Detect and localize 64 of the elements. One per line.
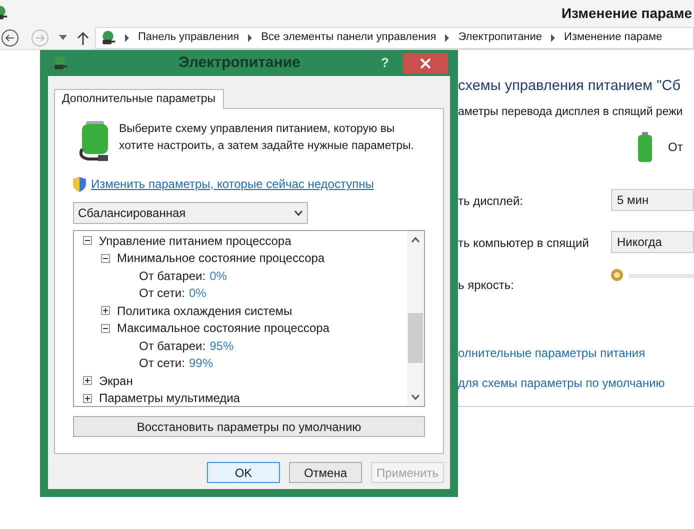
dialog-button: Применить [371,462,444,483]
caret-icon[interactable] [59,35,67,40]
column-header: От [668,139,683,156]
setting-label: ть компьютер в спящий [458,235,590,252]
settings-link[interactable]: для схемы параметры по умолчанию [458,374,694,392]
breadcrumb[interactable]: Электропитание [458,29,542,46]
tab[interactable]: Дополнительные параметры [54,89,224,109]
collapse-icon[interactable] [83,236,92,246]
tree-item[interactable]: Параметры мультимедиа [99,389,240,406]
intro-text: Выберите схему управления питанием, которую вы хотите настроить, а затем задайте нужные параметры. [119,122,415,154]
setting-label: ть дисплей: [458,193,524,210]
up-arrow-icon[interactable] [77,30,89,44]
chevron-down-icon [294,210,303,216]
back-icon[interactable] [1,28,19,46]
breadcrumb[interactable]: Изменение параме [564,29,662,46]
scrollbar[interactable] [407,231,424,406]
scroll-thumb[interactable] [408,313,423,363]
chevron-icon [124,34,130,42]
tree-value[interactable]: 0% [210,266,227,285]
tree-value[interactable]: 95% [210,336,234,355]
expand-icon[interactable] [101,306,110,316]
brightness-slider[interactable] [611,269,694,283]
collapse-icon[interactable] [101,254,110,263]
breadcrumb[interactable]: Панель управления [138,29,240,46]
expand-icon[interactable] [83,376,92,386]
power-plug-icon [52,55,68,71]
tree-item[interactable]: От батареи: [139,266,206,285]
slider-thumb[interactable] [611,269,623,281]
tree-item[interactable]: Минимальное состояние процессора [117,249,325,268]
dialog-button[interactable]: Отмена [289,462,362,483]
dialog-title: Электропитание [178,52,302,73]
power-plug-icon [100,30,116,46]
scroll-down-icon[interactable] [411,394,420,400]
setting-label: ь яркость: [458,277,515,294]
scroll-up-icon[interactable] [411,237,420,243]
tree-item[interactable]: От батареи: [139,336,206,355]
tree-item[interactable]: Политика охлаждения системы [117,302,292,320]
dropdown[interactable]: Никогда [611,231,694,253]
expand-icon[interactable] [83,394,92,403]
tree-item[interactable]: Максимальное состояние процессора [117,319,330,338]
chevron-icon [247,34,254,42]
dialog-button[interactable]: OK [207,462,280,483]
admin-link[interactable]: Изменить параметры, которые сейчас недоступны [91,175,374,193]
dropdown[interactable]: 5 мин [611,189,694,211]
plan-heading: схемы управления питанием "Сб [458,77,682,96]
tree-item[interactable]: Экран [99,372,133,390]
address-bar[interactable]: Панель управления Все элементы панели управления Электропитание Изменение параме [95,26,694,48]
chevron-icon [444,34,450,42]
tree-value[interactable]: 99% [188,354,214,372]
chevron-icon [550,34,556,42]
tree-item[interactable]: Управление питанием процессора [99,232,292,250]
plan-dropdown[interactable]: Сбалансированная [73,202,308,224]
shield-icon [73,176,86,192]
window-title: Изменение параме [561,4,692,23]
plan-subtitle: аметры перевода дисплея в спящий режи [458,104,684,120]
breadcrumb[interactable]: Все элементы панели управления [261,29,436,46]
settings-link[interactable]: олнительные параметры питания [458,344,694,362]
tree-item[interactable]: От сети: [139,284,185,302]
close-button[interactable] [403,52,448,74]
tree-value[interactable]: 0% [188,284,206,302]
restore-defaults-button[interactable]: Восстановить параметры по умолчанию [73,416,425,437]
battery-icon [638,132,652,162]
tree-item[interactable]: От сети: [139,354,185,372]
collapse-icon[interactable] [101,324,110,333]
